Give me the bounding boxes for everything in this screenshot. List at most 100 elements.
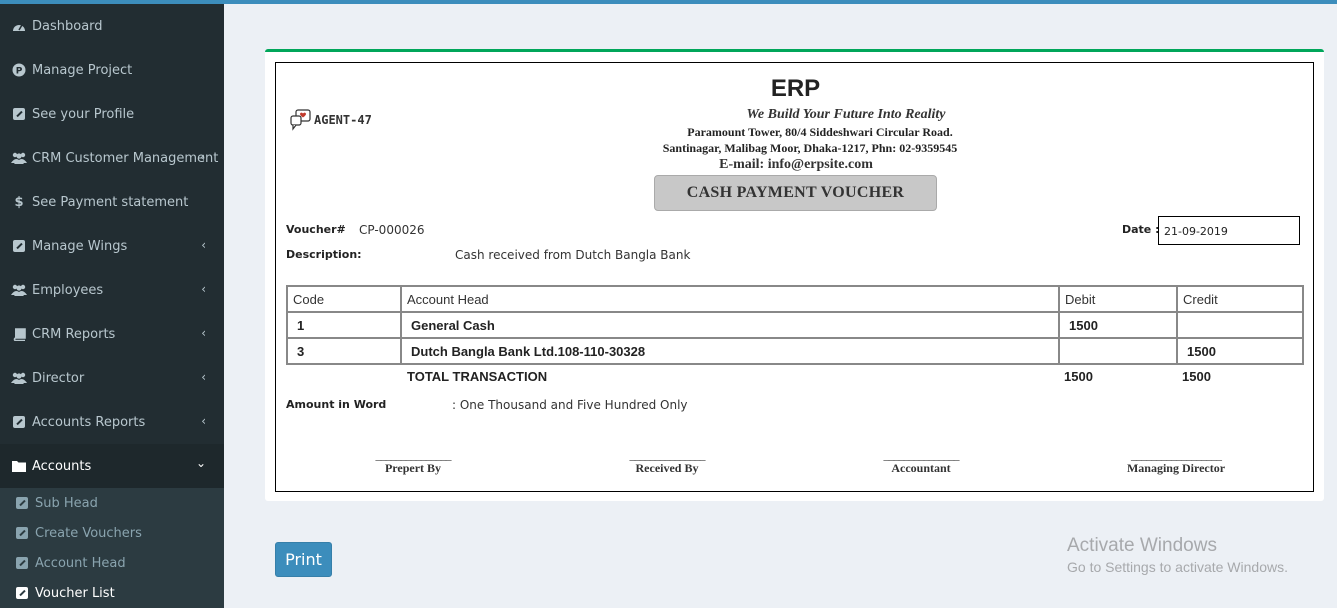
dollar-icon: $ (14, 194, 24, 210)
signature-line: __________________ (1131, 448, 1222, 462)
project-icon: P (11, 62, 27, 78)
sidebar-item-label: Employees (32, 282, 104, 298)
description-label: Description: (286, 248, 362, 261)
sidebar-item-accounts[interactable]: Accounts ⌄ (0, 444, 224, 488)
sidebar-item-label: Accounts Reports (32, 414, 146, 430)
company-email: E-mail: info@erpsite.com (719, 157, 873, 172)
sidebar-item-accounts-reports[interactable]: Accounts Reports ‹ (0, 400, 224, 444)
amount-in-word-label: Amount in Word (286, 398, 387, 411)
cell-credit (1176, 311, 1304, 339)
edit-icon (15, 526, 29, 540)
company-logo: AGENT-47 (290, 109, 372, 131)
logo-text: AGENT-47 (314, 113, 372, 127)
edit-icon (11, 414, 27, 430)
voucher-title: CASH PAYMENT VOUCHER (654, 175, 937, 211)
total-transaction-label: TOTAL TRANSACTION (407, 369, 548, 384)
edit-icon (15, 496, 29, 510)
users-icon (11, 282, 27, 298)
dashboard-icon (11, 18, 27, 34)
sidebar-item-manage-project[interactable]: P Manage Project (0, 48, 224, 92)
column-header-credit: Credit (1176, 285, 1304, 313)
signature-managing-director: __________________ Managing Director (1096, 449, 1256, 476)
sidebar-item-director[interactable]: Director ‹ (0, 356, 224, 400)
signature-line: _______________ (375, 448, 452, 462)
address-line-1: Paramount Tower, 80/4 Siddeshwari Circul… (687, 125, 953, 139)
signature-accountant: _______________ Accountant (841, 449, 1001, 476)
submenu-item-label: Account Head (35, 555, 126, 571)
sidebar-item-label: Dashboard (32, 18, 103, 34)
edit-icon (11, 238, 27, 254)
date-label: Date : (1122, 223, 1160, 236)
accounts-submenu: Sub Head Create Vouchers Account Head Vo… (0, 488, 224, 608)
company-name: ERP (770, 75, 821, 102)
sidebar-item-crm-reports[interactable]: CRM Reports ‹ (0, 312, 224, 356)
signature-label: Managing Director (1126, 461, 1226, 475)
edit-icon (15, 556, 29, 570)
book-icon (11, 326, 27, 342)
voucher-document: AGENT-47 ERP We Build Your Future Into R… (275, 62, 1314, 492)
chevron-left-icon: ‹ (200, 150, 205, 164)
amount-in-word-value: : One Thousand and Five Hundred Only (452, 398, 688, 412)
submenu-item-voucher-list[interactable]: Voucher List (0, 578, 224, 608)
sidebar-item-label: Director (32, 370, 85, 386)
voucher-number-label: Voucher# (286, 223, 346, 236)
address-line-2: Santinagar, Malibag Moor, Dhaka-1217, Ph… (662, 141, 958, 155)
sidebar-item-label: CRM Reports (32, 326, 116, 342)
folder-icon (11, 458, 27, 474)
chevron-left-icon: ‹ (201, 238, 206, 252)
cell-debit (1058, 337, 1178, 365)
print-button[interactable]: Print (275, 542, 332, 577)
edit-icon (11, 106, 27, 122)
signature-line: _______________ (629, 448, 706, 462)
sidebar-item-label: Manage Wings (32, 238, 128, 254)
sidebar-item-dashboard[interactable]: Dashboard (0, 4, 224, 48)
cell-code: 3 (286, 337, 402, 365)
submenu-item-label: Sub Head (35, 495, 98, 511)
column-header-debit: Debit (1058, 285, 1178, 313)
submenu-item-account-head[interactable]: Account Head (0, 548, 224, 578)
sidebar-item-manage-wings[interactable]: Manage Wings ‹ (0, 224, 224, 268)
voucher-number: CP-000026 (359, 223, 425, 237)
submenu-item-label: Create Vouchers (35, 525, 142, 541)
table-header-row: Code Account Head Debit Credit (286, 285, 1304, 313)
cell-account-head: Dutch Bangla Bank Ltd.108-110-30328 (400, 337, 1060, 365)
signature-label: Received By (635, 461, 699, 475)
cell-credit: 1500 (1176, 337, 1304, 365)
sidebar-item-label: See Payment statement (32, 194, 189, 210)
sidebar-item-payment-statement[interactable]: $ See Payment statement (0, 180, 224, 224)
total-debit: 1500 (1064, 369, 1093, 384)
sidebar-item-label: Accounts (32, 458, 92, 474)
table-row: 3 Dutch Bangla Bank Ltd.108-110-30328 15… (286, 337, 1304, 365)
column-header-code: Code (286, 285, 402, 313)
sidebar-item-crm-customer-management[interactable]: CRM Customer Management ‹ (0, 136, 224, 180)
company-tagline: We Build Your Future Into Reality (746, 107, 946, 122)
signature-received: _______________ Received By (587, 449, 747, 476)
chevron-left-icon: ‹ (201, 326, 206, 340)
chat-heart-icon (290, 109, 311, 131)
sidebar-item-profile[interactable]: See your Profile (0, 92, 224, 136)
sidebar: Dashboard P Manage Project See your Prof… (0, 4, 224, 608)
submenu-item-create-vouchers[interactable]: Create Vouchers (0, 518, 224, 548)
signature-label: Prepert By (384, 461, 442, 475)
column-header-account-head: Account Head (400, 285, 1060, 313)
chevron-down-icon: ⌄ (195, 456, 206, 470)
date-field: 21-09-2019 (1158, 216, 1300, 245)
chevron-left-icon: ‹ (201, 414, 206, 428)
total-credit: 1500 (1182, 369, 1211, 384)
submenu-item-sub-head[interactable]: Sub Head (0, 488, 224, 518)
sidebar-item-employees[interactable]: Employees ‹ (0, 268, 224, 312)
submenu-item-label: Voucher List (35, 585, 115, 601)
activate-windows-title: Activate Windows (1067, 535, 1217, 556)
activate-windows-subtitle: Go to Settings to activate Windows. (1067, 559, 1288, 575)
cell-code: 1 (286, 311, 402, 339)
cell-account-head: General Cash (400, 311, 1060, 339)
cell-debit: 1500 (1058, 311, 1178, 339)
users-icon (11, 370, 27, 386)
sidebar-item-label: See your Profile (32, 106, 135, 122)
chevron-left-icon: ‹ (201, 282, 206, 296)
transaction-table: Code Account Head Debit Credit 1 General… (286, 285, 1304, 365)
description-value: Cash received from Dutch Bangla Bank (455, 248, 691, 262)
signature-label: Accountant (891, 461, 951, 475)
signature-prepared: _______________ Prepert By (333, 449, 493, 476)
sidebar-item-label: Manage Project (32, 62, 133, 78)
